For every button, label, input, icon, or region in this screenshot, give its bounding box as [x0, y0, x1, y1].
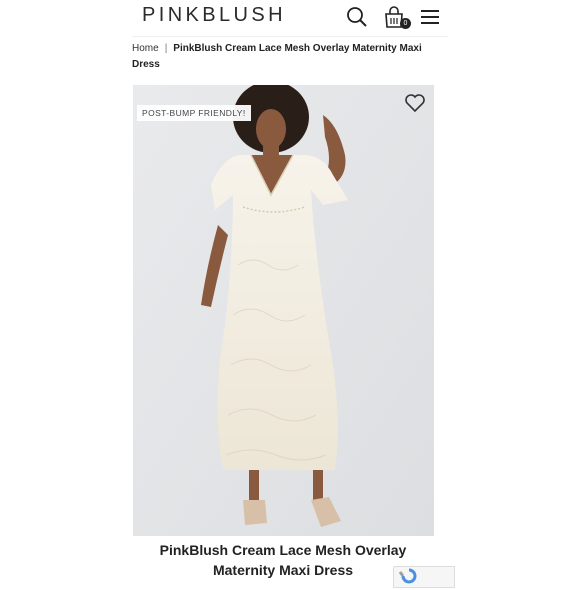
wishlist-heart-icon[interactable]: [404, 93, 426, 118]
site-header: PINKBLUSH 0: [132, 0, 448, 37]
post-bump-badge: POST-BUMP FRIENDLY!: [137, 105, 251, 121]
search-icon[interactable]: [346, 6, 368, 33]
product-image[interactable]: POST-BUMP FRIENDLY!: [133, 85, 434, 536]
breadcrumb-home-link[interactable]: Home: [132, 43, 159, 54]
breadcrumb-current: PinkBlush Cream Lace Mesh Overlay Matern…: [132, 43, 422, 70]
product-title: PinkBlush Cream Lace Mesh Overlay Matern…: [159, 542, 407, 578]
recaptcha-icon: [398, 568, 417, 584]
hamburger-menu-icon[interactable]: [420, 6, 440, 33]
model-illustration: [133, 85, 434, 536]
brand-logo[interactable]: PINKBLUSH: [142, 4, 286, 27]
breadcrumb: Home | PinkBlush Cream Lace Mesh Overlay M…: [132, 41, 432, 73]
recaptcha-badge[interactable]: [393, 566, 455, 588]
breadcrumb-separator: |: [164, 43, 168, 54]
cart-count-badge: 0: [400, 18, 411, 29]
